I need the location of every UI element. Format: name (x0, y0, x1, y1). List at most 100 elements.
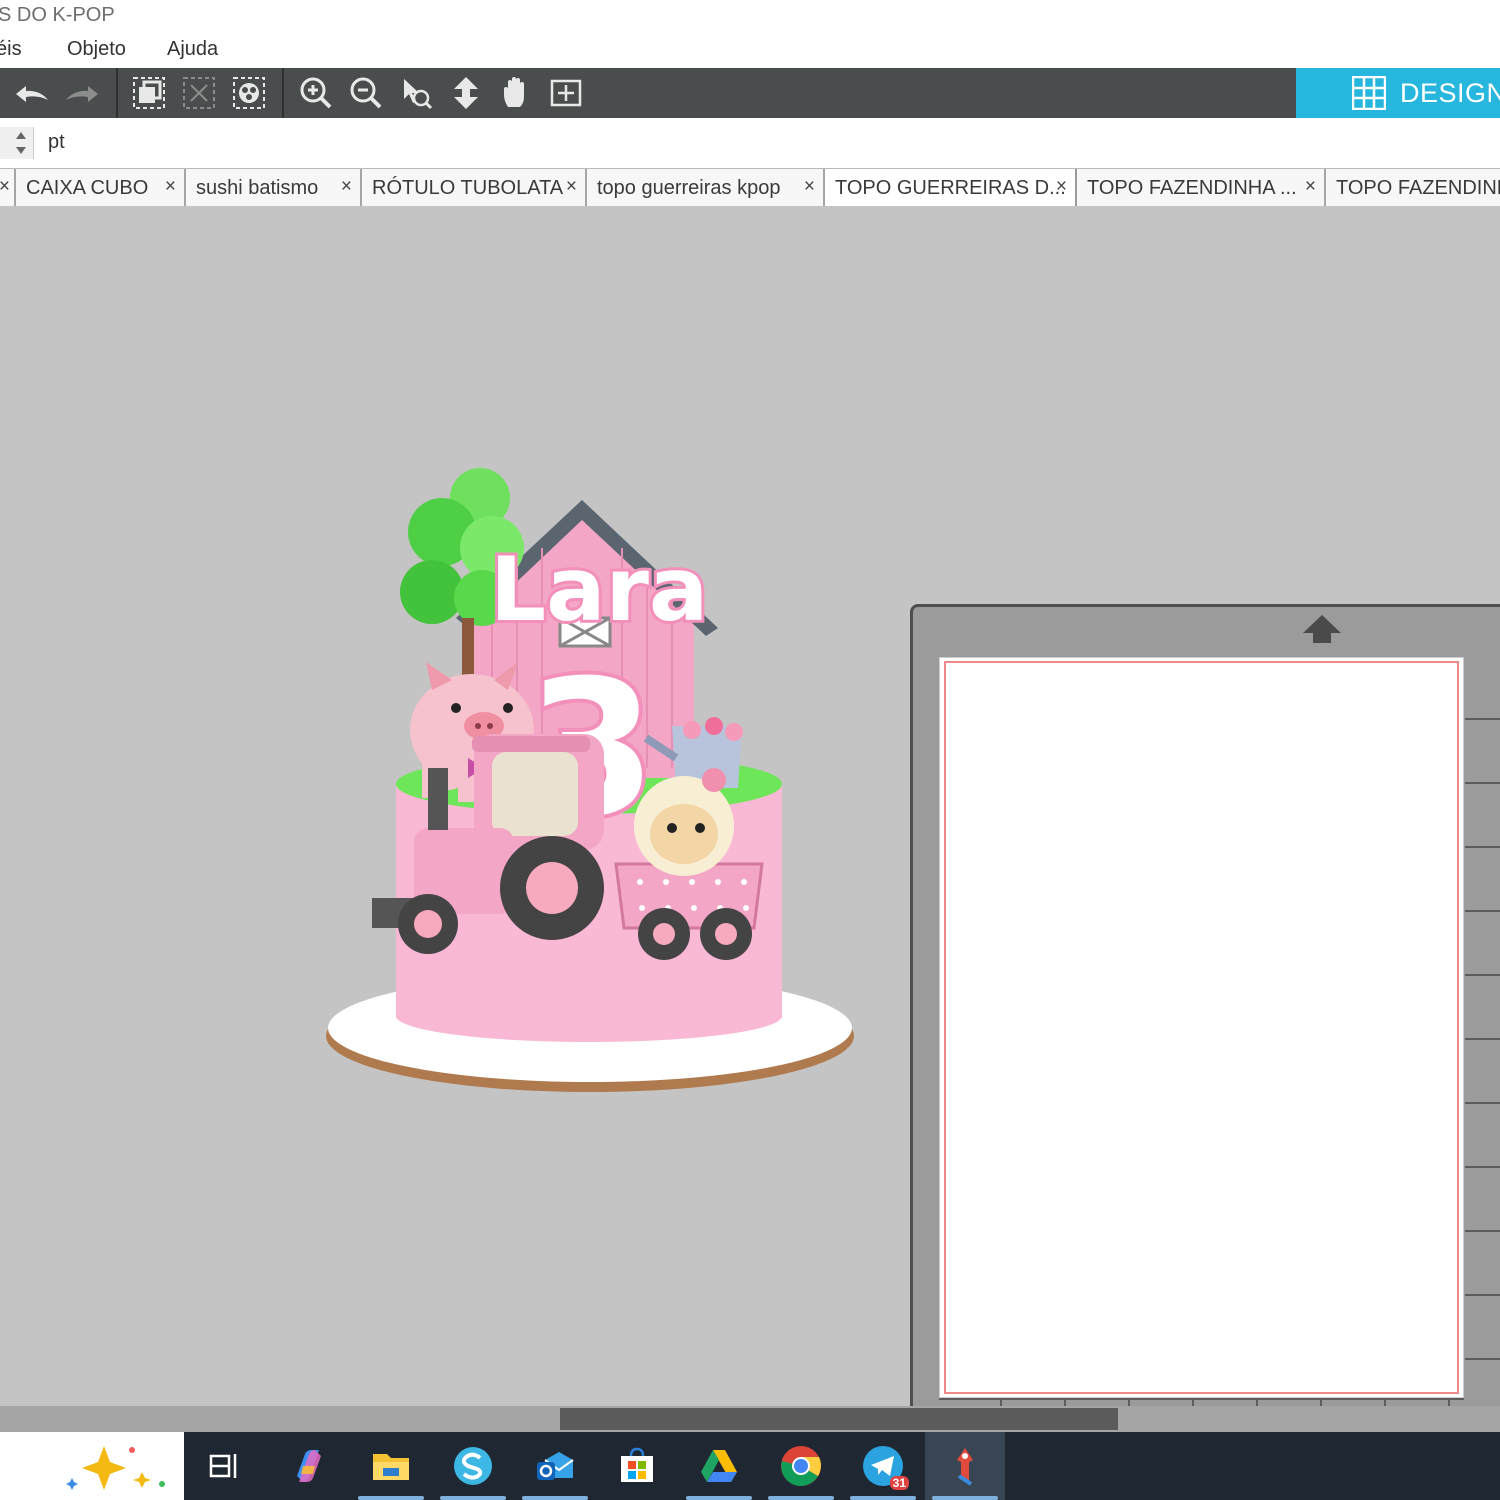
silhouette-studio-button[interactable] (451, 1444, 495, 1488)
group-icon (133, 77, 165, 109)
tab-label: TOPO FAZENDINHA (1336, 177, 1500, 199)
menu-bar: éis Objeto Ajuda (0, 32, 1500, 68)
tab-label: CAIXA CUBO (26, 177, 149, 199)
arrows-vertical-icon (454, 77, 478, 109)
tab-close-button[interactable]: × (0, 176, 10, 198)
google-drive-button[interactable] (697, 1444, 741, 1488)
running-indicator (686, 1496, 752, 1500)
options-bar: pt (0, 118, 1500, 168)
tab-caixa-cubo[interactable]: CAIXA CUBO × (16, 169, 186, 206)
toolbar-separator (282, 68, 284, 118)
window-title: S DO K-POP (0, 4, 115, 26)
move-button[interactable] (444, 72, 488, 114)
cake-topper-image[interactable]: Lara 3 (322, 468, 862, 1098)
zoom-out-button[interactable] (344, 72, 388, 114)
tab-label: topo guerreiras kpop (597, 177, 781, 199)
tab-label: TOPO FAZENDINHA ... (1087, 177, 1297, 199)
sparkle-icon (66, 1446, 165, 1490)
silhouette-s-icon (454, 1447, 492, 1485)
running-indicator (440, 1496, 506, 1500)
tab-label: sushi batismo (196, 177, 319, 199)
feed-direction-arrow-icon (1303, 615, 1341, 643)
microsoft-store-button[interactable] (615, 1444, 659, 1488)
telegram-button[interactable]: 31 (861, 1444, 909, 1490)
tab-close-button[interactable]: × (341, 176, 352, 198)
design-tab-button[interactable]: DESIGN (1296, 68, 1500, 118)
fit-page-icon (550, 79, 582, 107)
tab-close-button[interactable]: × (165, 176, 176, 198)
redo-button[interactable] (60, 72, 104, 114)
task-view-button[interactable] (202, 1444, 246, 1488)
running-indicator (932, 1496, 998, 1500)
chrome-button[interactable] (779, 1444, 823, 1488)
group-button[interactable] (127, 72, 171, 114)
design-workspace[interactable]: Lara 3 (0, 206, 1500, 1470)
tab-sushi-batismo[interactable]: sushi batismo × (186, 169, 362, 206)
chrome-icon (781, 1446, 821, 1486)
tab-close-button[interactable]: × (1056, 176, 1067, 198)
tab-topo-guerreiras-kpop[interactable]: topo guerreiras kpop × (587, 169, 825, 206)
tab-rotulo-tubolata[interactable]: RÓTULO TUBOLATA × (362, 169, 587, 206)
menu-item-ajuda[interactable]: Ajuda (167, 38, 218, 61)
undo-icon (16, 86, 48, 102)
cut-border (944, 661, 1459, 1394)
tab-close-button[interactable]: × (566, 176, 577, 198)
copilot-icon (297, 1450, 321, 1482)
store-icon (621, 1447, 653, 1482)
zoom-in-button[interactable] (294, 72, 338, 114)
fit-to-page-button[interactable] (544, 72, 588, 114)
notification-badge: 31 (889, 1476, 909, 1490)
ungroup-icon (183, 77, 215, 109)
zoom-in-icon (300, 77, 332, 109)
cutting-mat[interactable] (910, 604, 1500, 1470)
tab-topo-fazendinha-2[interactable]: TOPO FAZENDINHA (1326, 169, 1500, 206)
zoom-out-icon (350, 77, 382, 109)
tab-close-button[interactable]: × (1305, 176, 1316, 198)
design-grid-icon (1352, 76, 1386, 110)
compound-path-icon (233, 77, 265, 109)
hand-icon (504, 77, 524, 107)
tab-topo-guerreiras-d[interactable]: TOPO GUERREIRAS D... × (825, 169, 1077, 206)
tab-close-button[interactable]: × (804, 176, 815, 198)
copilot-widget[interactable] (0, 1432, 184, 1500)
running-indicator (768, 1496, 834, 1500)
title-bar: S DO K-POP (0, 0, 1500, 32)
stepper-arrows-icon (16, 132, 26, 154)
tab-topo-fazendinha-1[interactable]: TOPO FAZENDINHA ... × (1077, 169, 1326, 206)
file-explorer-button[interactable] (369, 1444, 413, 1488)
ungroup-button[interactable] (177, 72, 221, 114)
toolbar: DESIGN (0, 68, 1500, 118)
running-indicator (522, 1496, 588, 1500)
compound-path-button[interactable] (227, 72, 271, 114)
tab-label: RÓTULO TUBOLATA (372, 177, 564, 199)
cutting-blade-icon (957, 1448, 973, 1486)
pan-hand-button[interactable] (494, 72, 538, 114)
design-label: DESIGN (1400, 77, 1500, 108)
folder-icon (373, 1454, 409, 1480)
tab-previous[interactable]: × (0, 169, 16, 206)
zoom-selection-button[interactable] (394, 72, 438, 114)
outlook-button[interactable] (533, 1444, 577, 1488)
running-indicator (850, 1496, 916, 1500)
copilot-app-button[interactable] (287, 1444, 331, 1488)
toolbar-separator (116, 68, 118, 118)
menu-item-objeto[interactable]: Objeto (67, 38, 126, 61)
redo-icon (66, 86, 98, 102)
zoom-selection-icon (404, 79, 433, 110)
document-tabs: × CAIXA CUBO × sushi batismo × RÓTULO TU… (0, 168, 1500, 206)
taskbar: 31 (0, 1432, 1500, 1500)
design-name-text: Lara (490, 538, 708, 641)
horizontal-scrollbar[interactable] (0, 1406, 1500, 1432)
google-drive-icon (701, 1450, 737, 1482)
page-area[interactable] (939, 657, 1464, 1398)
undo-button[interactable] (10, 72, 54, 114)
unit-label: pt (48, 131, 65, 153)
scrollbar-thumb[interactable] (560, 1408, 1118, 1430)
tab-label: TOPO GUERREIRAS D... (835, 177, 1066, 199)
value-stepper[interactable] (0, 127, 34, 159)
menu-item-paineis[interactable]: éis (0, 38, 22, 61)
cutting-app-button[interactable] (943, 1444, 987, 1488)
outlook-icon (537, 1452, 574, 1480)
running-indicator (358, 1496, 424, 1500)
task-view-icon (209, 1454, 237, 1478)
